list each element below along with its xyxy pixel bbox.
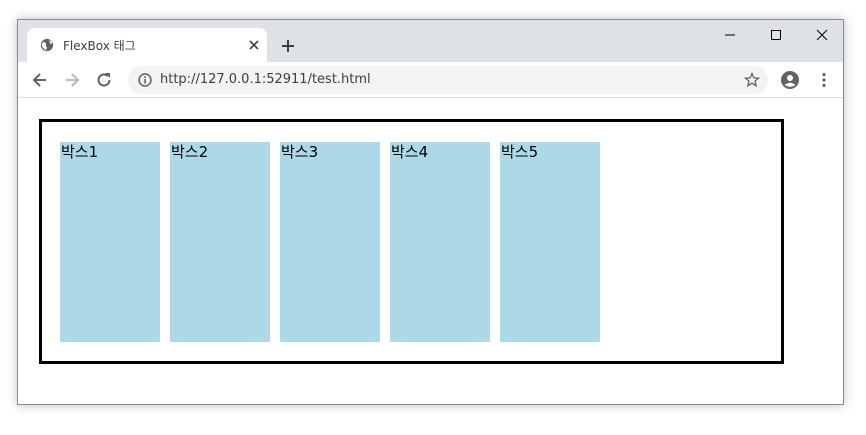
- globe-icon: [40, 38, 54, 52]
- url-text[interactable]: http://127.0.0.1:52911/test.html: [160, 72, 371, 87]
- star-icon[interactable]: [744, 72, 760, 88]
- minimize-icon: [725, 34, 735, 36]
- flex-box-5: 박스5: [500, 142, 600, 342]
- tab-strip: FlexBox 태그: [18, 20, 843, 62]
- account-icon[interactable]: [780, 70, 800, 90]
- maximize-icon: [771, 30, 781, 40]
- reload-icon[interactable]: [94, 70, 114, 90]
- tab-title: FlexBox 태그: [63, 39, 136, 53]
- info-icon[interactable]: [138, 73, 152, 87]
- browser-window: FlexBox 태그 http://127.0.0.1:52911/test.h…: [17, 19, 844, 405]
- flex-box-3: 박스3: [280, 142, 380, 342]
- flex-box-1: 박스1: [60, 142, 160, 342]
- back-arrow-icon[interactable]: [30, 70, 50, 90]
- kebab-menu-icon[interactable]: [814, 70, 834, 90]
- close-window-button[interactable]: [799, 20, 843, 50]
- minimize-button[interactable]: [707, 20, 753, 50]
- page-content: 박스1 박스2 박스3 박스4 박스5: [18, 98, 843, 404]
- flex-box-4: 박스4: [390, 142, 490, 342]
- plus-icon[interactable]: [278, 36, 298, 56]
- forward-arrow-icon[interactable]: [62, 70, 82, 90]
- flex-container: 박스1 박스2 박스3 박스4 박스5: [39, 119, 784, 364]
- close-icon[interactable]: [246, 37, 262, 53]
- active-tab[interactable]: FlexBox 태그: [27, 28, 267, 62]
- address-bar[interactable]: http://127.0.0.1:52911/test.html: [128, 66, 768, 94]
- flex-box-2: 박스2: [170, 142, 270, 342]
- browser-toolbar: http://127.0.0.1:52911/test.html: [18, 62, 843, 98]
- maximize-button[interactable]: [753, 20, 799, 50]
- close-icon: [816, 29, 828, 41]
